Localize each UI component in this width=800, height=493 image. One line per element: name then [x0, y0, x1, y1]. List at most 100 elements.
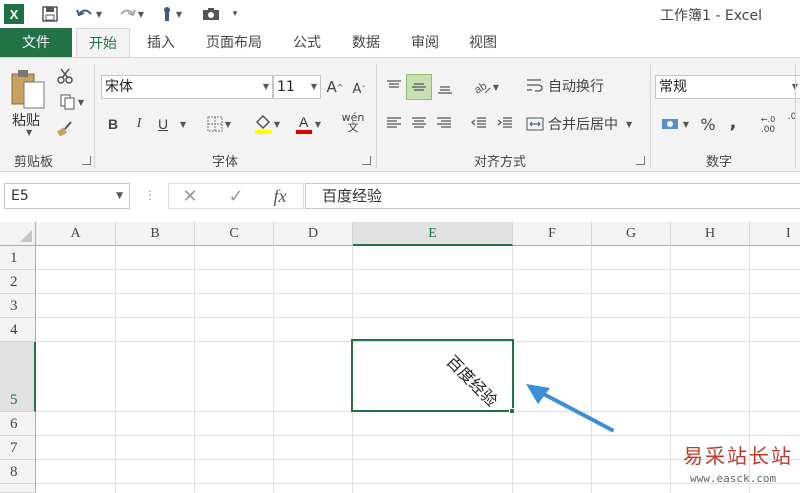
chevron-down-icon: ▼	[262, 82, 269, 91]
tab-home[interactable]: 开始	[76, 28, 130, 58]
window-title: 工作簿1 - Excel	[660, 8, 762, 24]
wrap-text-button[interactable]: 自动换行	[526, 74, 626, 98]
fill-handle[interactable]	[509, 408, 515, 414]
formula-bar-grip-icon[interactable]: ⋮	[144, 188, 156, 202]
paste-dropdown-icon[interactable]: ▼	[26, 128, 32, 137]
row-header-2[interactable]: 2	[0, 270, 36, 294]
clipboard-launcher-icon[interactable]	[82, 156, 91, 165]
comma-style-button[interactable]: ,	[726, 110, 740, 134]
gridline	[591, 246, 592, 493]
insert-function-button[interactable]: fx	[266, 184, 294, 208]
formula-input[interactable]: 百度经验	[305, 183, 800, 209]
cut-icon[interactable]	[54, 66, 76, 86]
increase-decimal-button[interactable]: ←.0.00	[756, 112, 780, 138]
column-header-A[interactable]: A	[36, 222, 116, 246]
row-header-5[interactable]: 5	[0, 342, 36, 412]
fill-color-icon[interactable]: ▼	[248, 112, 286, 136]
customize-qat-icon[interactable]: ▾	[228, 4, 242, 24]
wrap-text-label: 自动换行	[548, 79, 604, 95]
tab-file[interactable]: 文件	[0, 28, 72, 58]
gridline	[36, 435, 800, 436]
copy-icon[interactable]: ▼	[54, 92, 90, 112]
tab-formulas[interactable]: 公式	[282, 28, 332, 58]
group-divider	[795, 64, 796, 168]
row-header-3[interactable]: 3	[0, 294, 36, 318]
confirm-icon[interactable]: ✓	[224, 185, 248, 207]
select-all-corner[interactable]	[0, 222, 36, 246]
tab-page-layout[interactable]: 页面布局	[194, 28, 274, 58]
font-name-combo[interactable]: 宋体 ▼	[101, 75, 273, 99]
align-center-icon[interactable]	[408, 112, 430, 134]
tab-review[interactable]: 审阅	[400, 28, 450, 58]
cancel-icon[interactable]: ✕	[178, 185, 202, 207]
ribbon-tab-bar: 文件 开始 插入 页面布局 公式 数据 审阅 视图	[0, 28, 800, 58]
group-divider	[650, 64, 651, 168]
underline-dropdown-icon[interactable]: ▼	[180, 120, 186, 129]
column-header-D[interactable]: D	[274, 222, 353, 246]
column-header-C[interactable]: C	[195, 222, 274, 246]
group-label-number: 数字	[706, 155, 733, 170]
worksheet-grid[interactable]: A B C D E F G H I 1 2 3 4 5 6 7 8 百度经验 易…	[0, 222, 800, 493]
selected-cell-E5[interactable]: 百度经验	[351, 339, 514, 412]
decrease-decimal-button[interactable]: .0	[784, 112, 800, 138]
column-header-E[interactable]: E	[353, 222, 513, 246]
align-left-icon[interactable]	[383, 112, 405, 134]
name-box-value: E5	[11, 188, 29, 204]
chevron-down-icon: ▼	[116, 191, 123, 201]
group-divider	[94, 64, 95, 168]
underline-button[interactable]: U	[154, 112, 172, 136]
font-size-combo[interactable]: 11 ▼	[273, 75, 321, 99]
merge-center-button[interactable]: 合并后居中 ▼	[526, 112, 648, 136]
phonetic-guide-icon[interactable]: wén 文	[336, 110, 370, 136]
cell-E5-text: 百度经验	[442, 351, 502, 411]
align-middle-icon[interactable]	[406, 74, 432, 100]
font-name-value: 宋体	[105, 79, 133, 95]
format-painter-icon[interactable]	[54, 118, 76, 138]
accounting-format-icon[interactable]: ▼	[656, 112, 694, 136]
percent-button[interactable]: %	[698, 112, 718, 136]
ribbon-home: 粘贴 ▼ ▼ 剪贴板 宋体 ▼ 11 ▼ A ^ Aˇ B I U ▼ ▼ ▼ A ▼ …	[0, 57, 800, 172]
font-launcher-icon[interactable]	[362, 156, 371, 165]
gridline	[36, 483, 800, 484]
tab-view[interactable]: 视图	[458, 28, 508, 58]
paste-label[interactable]: 粘贴	[12, 110, 40, 130]
alignment-launcher-icon[interactable]	[636, 156, 645, 165]
tab-data[interactable]: 数据	[340, 28, 392, 58]
column-header-H[interactable]: H	[671, 222, 750, 246]
redo-icon[interactable]: ▼	[114, 4, 148, 24]
decrease-font-icon[interactable]: Aˇ	[350, 78, 368, 100]
row-header-6[interactable]: 6	[0, 412, 36, 436]
align-top-icon[interactable]	[383, 76, 405, 98]
font-color-icon[interactable]: A ▼	[290, 112, 326, 136]
chevron-down-icon: ▼	[310, 82, 317, 91]
column-header-G[interactable]: G	[592, 222, 671, 246]
align-bottom-icon[interactable]	[434, 76, 456, 98]
gridline	[194, 246, 195, 493]
increase-font-icon[interactable]: A ^	[326, 76, 344, 98]
decrease-indent-icon[interactable]	[468, 112, 490, 134]
borders-icon[interactable]: ▼	[200, 112, 238, 136]
tab-insert[interactable]: 插入	[136, 28, 186, 58]
bold-button[interactable]: B	[104, 112, 122, 136]
row-header-8[interactable]: 8	[0, 460, 36, 484]
row-header-7[interactable]: 7	[0, 436, 36, 460]
orientation-icon[interactable]: ab ▼	[468, 76, 504, 98]
align-right-icon[interactable]	[433, 112, 455, 134]
row-header-4[interactable]: 4	[0, 318, 36, 342]
gridline	[670, 246, 671, 493]
number-format-combo[interactable]: 常规▼	[655, 75, 800, 99]
italic-button[interactable]: I	[130, 112, 148, 136]
undo-icon[interactable]: ▼	[72, 4, 106, 24]
touch-mode-icon[interactable]: ▼	[156, 4, 186, 24]
name-box[interactable]: E5 ▼	[4, 183, 130, 209]
paste-icon[interactable]	[8, 66, 48, 112]
column-header-F[interactable]: F	[513, 222, 592, 246]
column-header-B[interactable]: B	[116, 222, 195, 246]
row-header-9[interactable]	[0, 484, 36, 493]
camera-icon[interactable]	[200, 4, 222, 24]
column-header-I[interactable]: I	[750, 222, 800, 246]
save-icon[interactable]	[38, 4, 62, 24]
excel-logo-icon: X	[4, 4, 24, 24]
increase-indent-icon[interactable]	[494, 112, 516, 134]
row-header-1[interactable]: 1	[0, 246, 36, 270]
